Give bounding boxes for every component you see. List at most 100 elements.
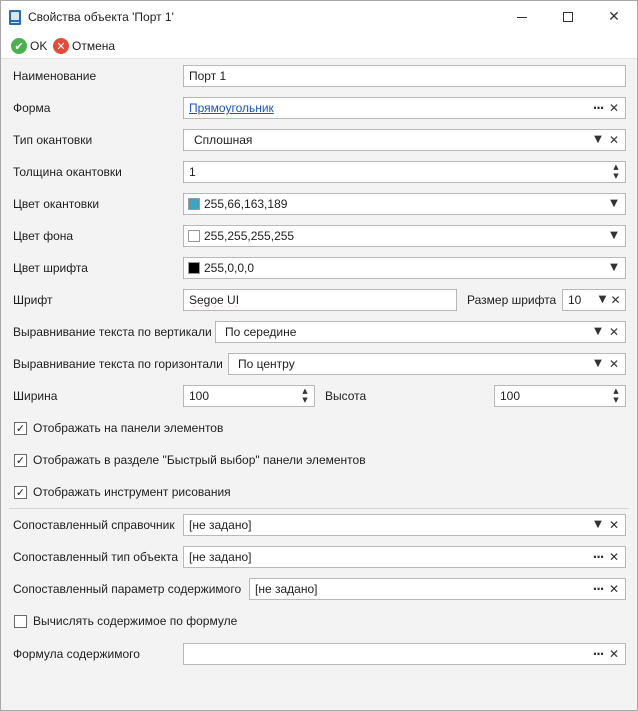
color-swatch bbox=[188, 262, 200, 274]
spin-down-icon[interactable]: ▼ bbox=[613, 172, 618, 181]
font-color-select[interactable]: 255,0,0,0 ▼ bbox=[183, 257, 626, 279]
spin-down-icon[interactable]: ▼ bbox=[302, 396, 307, 405]
width-value: 100 bbox=[189, 389, 210, 403]
width-label: Ширина bbox=[13, 389, 58, 403]
check-icon: ✓ bbox=[15, 454, 26, 467]
minimize-icon bbox=[517, 16, 527, 18]
cancel-x-icon: ✕ bbox=[53, 38, 69, 54]
font-label: Шрифт bbox=[13, 293, 53, 307]
font-size-select[interactable]: 10 ▼ ✕ bbox=[562, 289, 626, 311]
check-icon: ✓ bbox=[15, 422, 26, 435]
font-input[interactable]: Segoe UI bbox=[183, 289, 457, 311]
clear-icon[interactable]: ✕ bbox=[606, 516, 622, 534]
bg-color-value: 255,255,255,255 bbox=[204, 229, 295, 243]
show-drawing-tool-checkbox[interactable]: ✓ bbox=[14, 486, 27, 499]
border-width-value: 1 bbox=[189, 165, 196, 179]
name-input[interactable]: Порт 1 bbox=[183, 65, 626, 87]
border-width-spinner[interactable]: 1 ▲ ▼ bbox=[183, 161, 626, 183]
dropdown-icon[interactable]: ▼ bbox=[606, 227, 622, 245]
height-spinner[interactable]: 100 ▲ ▼ bbox=[494, 385, 626, 407]
height-value: 100 bbox=[500, 389, 521, 403]
clear-icon[interactable]: ✕ bbox=[606, 131, 622, 149]
clear-icon[interactable]: ✕ bbox=[606, 355, 622, 373]
maximize-button[interactable] bbox=[545, 1, 591, 33]
border-color-select[interactable]: 255,66,163,189 ▼ bbox=[183, 193, 626, 215]
shape-link[interactable]: Прямоугольник bbox=[184, 101, 590, 115]
shape-label: Форма bbox=[13, 101, 51, 115]
linked-directory-value: [не задано] bbox=[189, 518, 252, 532]
halign-select[interactable]: По центру ▼ ✕ bbox=[228, 353, 626, 375]
linked-object-type-field[interactable]: [не задано] ··· ✕ bbox=[183, 546, 626, 568]
ellipsis-icon[interactable]: ··· bbox=[590, 580, 606, 598]
clear-icon[interactable]: ✕ bbox=[606, 645, 622, 663]
valign-label: Выравнивание текста по вертикали bbox=[13, 325, 212, 339]
section-divider bbox=[9, 508, 629, 509]
minimize-button[interactable] bbox=[499, 1, 545, 33]
spin-buttons[interactable]: ▲ ▼ bbox=[298, 386, 312, 406]
spin-buttons[interactable]: ▲ ▼ bbox=[609, 162, 623, 182]
spin-down-icon[interactable]: ▼ bbox=[613, 396, 618, 405]
spin-buttons[interactable]: ▲ ▼ bbox=[609, 386, 623, 406]
window-title: Свойства объекта 'Порт 1' bbox=[28, 10, 174, 24]
content-formula-label: Формула содержимого bbox=[13, 647, 140, 661]
bg-color-select[interactable]: 255,255,255,255 ▼ bbox=[183, 225, 626, 247]
width-spinner[interactable]: 100 ▲ ▼ bbox=[183, 385, 315, 407]
border-width-label: Толщина окантовки bbox=[13, 165, 122, 179]
cancel-label: Отмена bbox=[72, 39, 116, 53]
linked-content-param-field[interactable]: [не задано] ··· ✕ bbox=[249, 578, 626, 600]
clear-icon[interactable]: ✕ bbox=[606, 580, 622, 598]
show-quick-select-label[interactable]: Отображать в разделе "Быстрый выбор" пан… bbox=[33, 453, 366, 467]
clear-icon[interactable]: ✕ bbox=[609, 291, 622, 309]
dropdown-icon[interactable]: ▼ bbox=[606, 259, 622, 277]
close-button[interactable]: ✕ bbox=[591, 1, 637, 33]
check-icon: ✓ bbox=[15, 486, 26, 499]
spin-up-icon[interactable]: ▲ bbox=[613, 163, 618, 172]
dropdown-icon[interactable]: ▼ bbox=[596, 291, 609, 309]
toolbar: ✔ OK ✕ Отмена bbox=[1, 33, 637, 59]
show-quick-select-checkbox[interactable]: ✓ bbox=[14, 454, 27, 467]
spin-up-icon[interactable]: ▲ bbox=[302, 387, 307, 396]
font-size-label: Размер шрифта bbox=[467, 293, 557, 307]
dropdown-icon[interactable]: ▼ bbox=[590, 516, 606, 534]
clear-icon[interactable]: ✕ bbox=[606, 99, 622, 117]
valign-select[interactable]: По середине ▼ ✕ bbox=[215, 321, 626, 343]
ellipsis-icon[interactable]: ··· bbox=[590, 548, 606, 566]
border-type-value: Сплошная bbox=[194, 133, 253, 147]
font-color-label: Цвет шрифта bbox=[13, 261, 88, 275]
linked-object-type-label: Сопоставленный тип объекта bbox=[13, 550, 179, 564]
linked-content-param-label: Сопоставленный параметр содержимого bbox=[13, 582, 242, 596]
dropdown-icon[interactable]: ▼ bbox=[606, 195, 622, 213]
show-on-panel-label[interactable]: Отображать на панели элементов bbox=[33, 421, 223, 435]
cancel-button[interactable]: ✕ Отмена bbox=[53, 37, 115, 55]
ellipsis-icon[interactable]: ··· bbox=[590, 645, 606, 663]
border-color-value: 255,66,163,189 bbox=[204, 197, 288, 211]
color-swatch bbox=[188, 230, 200, 242]
border-type-select[interactable]: Сплошная ▼ ✕ bbox=[183, 129, 626, 151]
shape-field[interactable]: Прямоугольник ··· ✕ bbox=[183, 97, 626, 119]
compute-by-formula-checkbox[interactable] bbox=[14, 615, 27, 628]
linked-object-type-value: [не задано] bbox=[189, 550, 252, 564]
dropdown-icon[interactable]: ▼ bbox=[590, 131, 606, 149]
content-formula-field[interactable]: ··· ✕ bbox=[183, 643, 626, 665]
show-on-panel-checkbox[interactable]: ✓ bbox=[14, 422, 27, 435]
book-icon bbox=[9, 10, 21, 25]
clear-icon[interactable]: ✕ bbox=[606, 323, 622, 341]
title-bar: Свойства объекта 'Порт 1' ✕ bbox=[1, 1, 637, 33]
spin-up-icon[interactable]: ▲ bbox=[613, 387, 618, 396]
font-value: Segoe UI bbox=[189, 293, 240, 307]
color-swatch bbox=[188, 198, 200, 210]
ellipsis-icon[interactable]: ··· bbox=[590, 99, 606, 117]
show-drawing-tool-label[interactable]: Отображать инструмент рисования bbox=[33, 485, 231, 499]
compute-by-formula-label[interactable]: Вычислять содержимое по формуле bbox=[33, 614, 237, 628]
properties-dialog: Свойства объекта 'Порт 1' ✕ ✔ OK ✕ Отмен… bbox=[0, 0, 638, 711]
dropdown-icon[interactable]: ▼ bbox=[590, 323, 606, 341]
close-icon: ✕ bbox=[608, 9, 620, 25]
linked-content-param-value: [не задано] bbox=[255, 582, 318, 596]
clear-icon[interactable]: ✕ bbox=[606, 548, 622, 566]
dropdown-icon[interactable]: ▼ bbox=[590, 355, 606, 373]
border-type-label: Тип окантовки bbox=[13, 133, 93, 147]
bg-color-label: Цвет фона bbox=[13, 229, 74, 243]
ok-button[interactable]: ✔ OK bbox=[11, 37, 47, 55]
linked-directory-label: Сопоставленный справочник bbox=[13, 518, 175, 532]
linked-directory-select[interactable]: [не задано] ▼ ✕ bbox=[183, 514, 626, 536]
